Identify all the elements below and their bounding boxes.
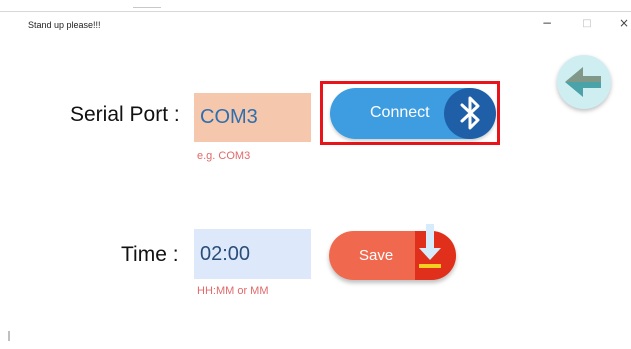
connect-button-label: Connect (370, 104, 430, 121)
top-edge-mark (133, 7, 161, 8)
time-label: Time : (121, 243, 179, 266)
bluetooth-badge (444, 88, 496, 139)
serial-port-input[interactable]: COM3 (194, 93, 311, 142)
close-button[interactable]: × (616, 16, 631, 30)
bluetooth-icon (460, 96, 480, 130)
back-arrow-icon (565, 67, 601, 97)
serial-port-label: Serial Port : (70, 103, 180, 126)
left-edge-mark (8, 331, 10, 341)
minimize-button[interactable]: − (539, 16, 555, 30)
title-bar-divider (0, 11, 631, 12)
back-button[interactable] (557, 55, 611, 109)
connect-button[interactable]: Connect (330, 88, 496, 139)
window-title: Stand up please!!! (28, 20, 101, 30)
serial-port-hint: e.g. COM3 (197, 150, 251, 162)
time-hint: HH:MM or MM (197, 285, 269, 297)
time-input[interactable]: 02:00 (194, 229, 311, 279)
download-icon (419, 224, 441, 268)
maximize-button[interactable]: □ (579, 18, 595, 29)
save-button-label: Save (359, 247, 394, 264)
